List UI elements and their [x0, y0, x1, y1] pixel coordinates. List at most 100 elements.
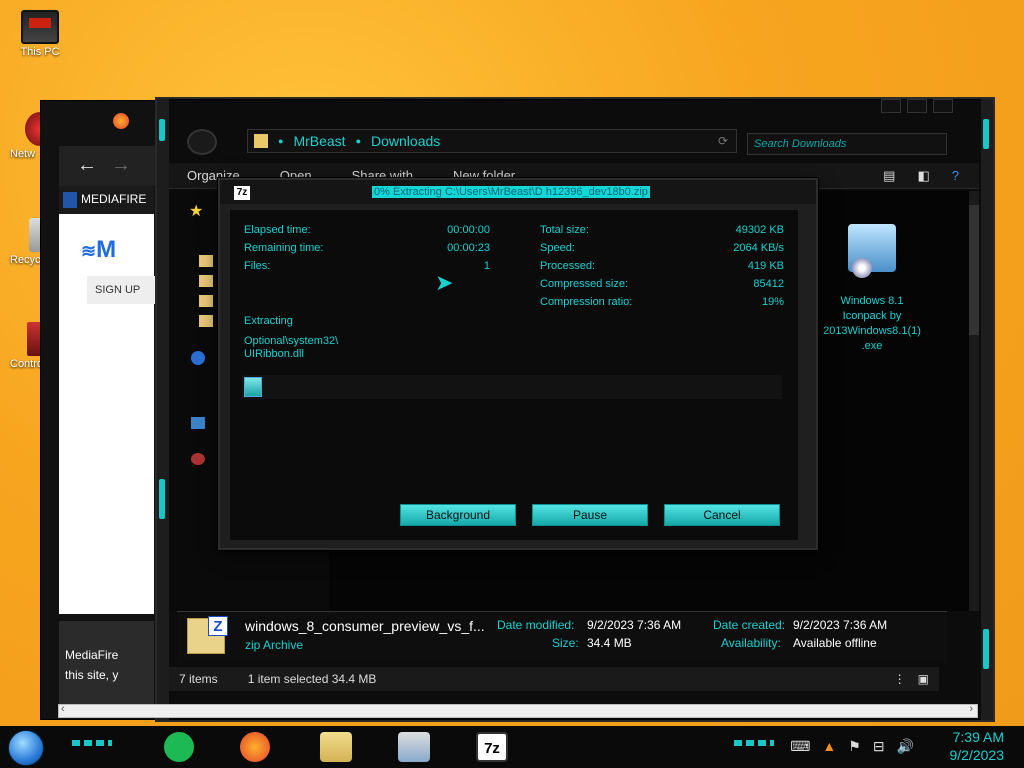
size-value: 34.4 MB	[587, 636, 632, 650]
address-bar[interactable]: ● MrBeast ● Downloads ⟳	[247, 129, 737, 153]
dialog-titlebar[interactable]: 7z 0% Extracting C:\Users\MrBeast\D h123…	[220, 180, 816, 204]
help-icon[interactable]: ?	[952, 168, 959, 184]
system-tray: ⌨ ▲ ⚑ ⊟ 🔊	[790, 738, 914, 755]
taskbar: 7z ⌨ ▲ ⚑ ⊟ 🔊 7:39 AM 9/2/2023	[0, 726, 1024, 768]
preview-pane-icon[interactable]: ◧	[917, 168, 929, 184]
current-file-name: UIRibbon.dll	[244, 348, 304, 360]
breadcrumb-separator-icon: ●	[278, 136, 284, 146]
item-count: 7 items	[179, 672, 218, 686]
notepad-app-icon[interactable]	[398, 732, 430, 762]
maximize-button[interactable]	[907, 99, 927, 113]
installer-icon	[848, 224, 896, 278]
update-icon[interactable]: ▲	[822, 738, 836, 755]
folder-icon[interactable]	[199, 315, 213, 327]
desktop-icon-this-pc[interactable]: This PC	[10, 10, 70, 58]
flag-icon[interactable]: ⚑	[848, 738, 861, 755]
folder-icon	[254, 134, 268, 148]
large-icons-view-icon[interactable]: ▣	[918, 672, 929, 686]
date-modified-value: 9/2/2023 7:36 AM	[587, 618, 682, 632]
availability-value: Available offline	[793, 636, 877, 650]
breadcrumb-mrbeast[interactable]: MrBeast	[293, 133, 345, 149]
mediafire-tab-icon	[63, 192, 77, 208]
clock-date: 9/2/2023	[949, 747, 1005, 763]
date-created-label: Date created:	[713, 618, 786, 632]
total-size-label: Total size:	[540, 224, 589, 236]
volume-icon[interactable]: 🔊	[897, 738, 914, 755]
preview-name-line: Windows 8.1	[840, 295, 904, 307]
availability-label: Availability:	[721, 636, 781, 650]
homegroup-icon[interactable]	[191, 351, 205, 365]
back-arrow-icon[interactable]: ←	[77, 154, 97, 177]
browser-nav-bar: ← →	[59, 146, 159, 186]
desktop-icon-label: This PC	[20, 46, 60, 58]
favorites-star-icon[interactable]: ★	[189, 201, 203, 221]
progress-fill	[244, 377, 262, 397]
footer-text: MediaFire	[65, 648, 119, 662]
browser-window[interactable]: ← → MEDIAFIRE ≋M SIGN UP MediaFire this …	[40, 100, 160, 720]
clock-time: 7:39 AM	[952, 729, 1004, 745]
footer-text: this site, y	[65, 668, 119, 683]
status-label: Extracting	[244, 315, 293, 327]
file-explorer-app-icon[interactable]	[320, 732, 352, 762]
folder-icon[interactable]	[199, 275, 213, 287]
close-button[interactable]	[933, 99, 953, 113]
browser-tab[interactable]: MEDIAFIRE	[59, 186, 154, 214]
vertical-scrollbar[interactable]	[969, 191, 979, 611]
elapsed-time-value: 00:00:00	[447, 224, 490, 236]
breadcrumb-separator-icon: ●	[355, 136, 361, 146]
total-size-value: 49302 KB	[735, 224, 784, 236]
preview-pane-item[interactable]: Windows 8.1 Iconpack by 2013Windows8.1(1…	[822, 224, 922, 353]
network-tray-icon[interactable]: ⊟	[873, 738, 885, 755]
refresh-icon[interactable]: ⟳	[718, 134, 728, 148]
7zip-app-icon[interactable]: 7z	[476, 732, 508, 762]
view-options-icon[interactable]: ▤	[883, 168, 895, 184]
cancel-button[interactable]: Cancel	[664, 504, 780, 526]
speed-value: 2064 KB/s	[733, 242, 784, 254]
pause-button[interactable]: Pause	[532, 504, 648, 526]
zip-badge-icon: Z	[208, 616, 228, 636]
background-button[interactable]: Background	[400, 504, 516, 526]
horizontal-scrollbar[interactable]: ‹ ›	[58, 703, 978, 718]
date-created-value: 9/2/2023 7:36 AM	[793, 618, 888, 632]
folder-icon[interactable]	[199, 295, 213, 307]
details-view-icon[interactable]: ⋮	[894, 672, 906, 686]
details-pane: Z windows_8_consumer_preview_vs_f... zip…	[177, 611, 947, 663]
preview-name-line: 2013Windows8.1(1)	[823, 324, 921, 337]
window-controls	[881, 99, 953, 113]
flame-icon: ≋	[81, 241, 97, 261]
elapsed-time-label: Elapsed time:	[244, 224, 311, 236]
tab-title: MEDIAFIRE	[81, 192, 147, 207]
compressed-size-value: 85412	[753, 278, 784, 290]
back-orb-icon[interactable]	[187, 129, 217, 155]
speed-label: Speed:	[540, 242, 575, 254]
search-input[interactable]: Search Downloads	[747, 133, 947, 155]
minimize-button[interactable]	[881, 99, 901, 113]
monitor-icon	[21, 10, 59, 44]
scroll-right-icon[interactable]: ›	[969, 703, 973, 715]
processed-label: Processed:	[540, 260, 596, 272]
scroll-left-icon[interactable]: ‹	[61, 703, 65, 715]
firefox-icon	[113, 113, 129, 129]
details-filetype: zip Archive	[245, 638, 304, 652]
remaining-time-label: Remaining time:	[244, 242, 324, 254]
frame-led	[983, 119, 989, 149]
browser-content: ≋M SIGN UP	[59, 214, 157, 614]
browser-footer: MediaFire this site, y	[59, 621, 154, 716]
sign-up-button[interactable]: SIGN UP	[87, 276, 157, 304]
spotify-app-icon[interactable]	[164, 732, 194, 762]
folder-icon[interactable]	[199, 255, 213, 267]
preview-name-line: Iconpack by	[842, 309, 902, 322]
network-icon[interactable]	[191, 453, 205, 465]
compression-ratio-label: Compression ratio:	[540, 296, 633, 308]
keyboard-icon[interactable]: ⌨	[790, 738, 810, 755]
compression-ratio-value: 19%	[761, 296, 784, 308]
window-frame-right	[981, 99, 993, 720]
extraction-dialog[interactable]: 7z 0% Extracting C:\Users\MrBeast\D h123…	[218, 178, 818, 550]
start-orb-icon[interactable]	[8, 730, 44, 766]
breadcrumb-downloads[interactable]: Downloads	[371, 133, 440, 149]
this-pc-icon[interactable]	[191, 417, 205, 429]
forward-arrow-icon[interactable]: →	[111, 154, 131, 177]
clock[interactable]: 7:39 AM 9/2/2023	[950, 728, 1005, 764]
scrollbar-thumb[interactable]	[969, 205, 979, 335]
firefox-app-icon[interactable]	[240, 732, 270, 762]
